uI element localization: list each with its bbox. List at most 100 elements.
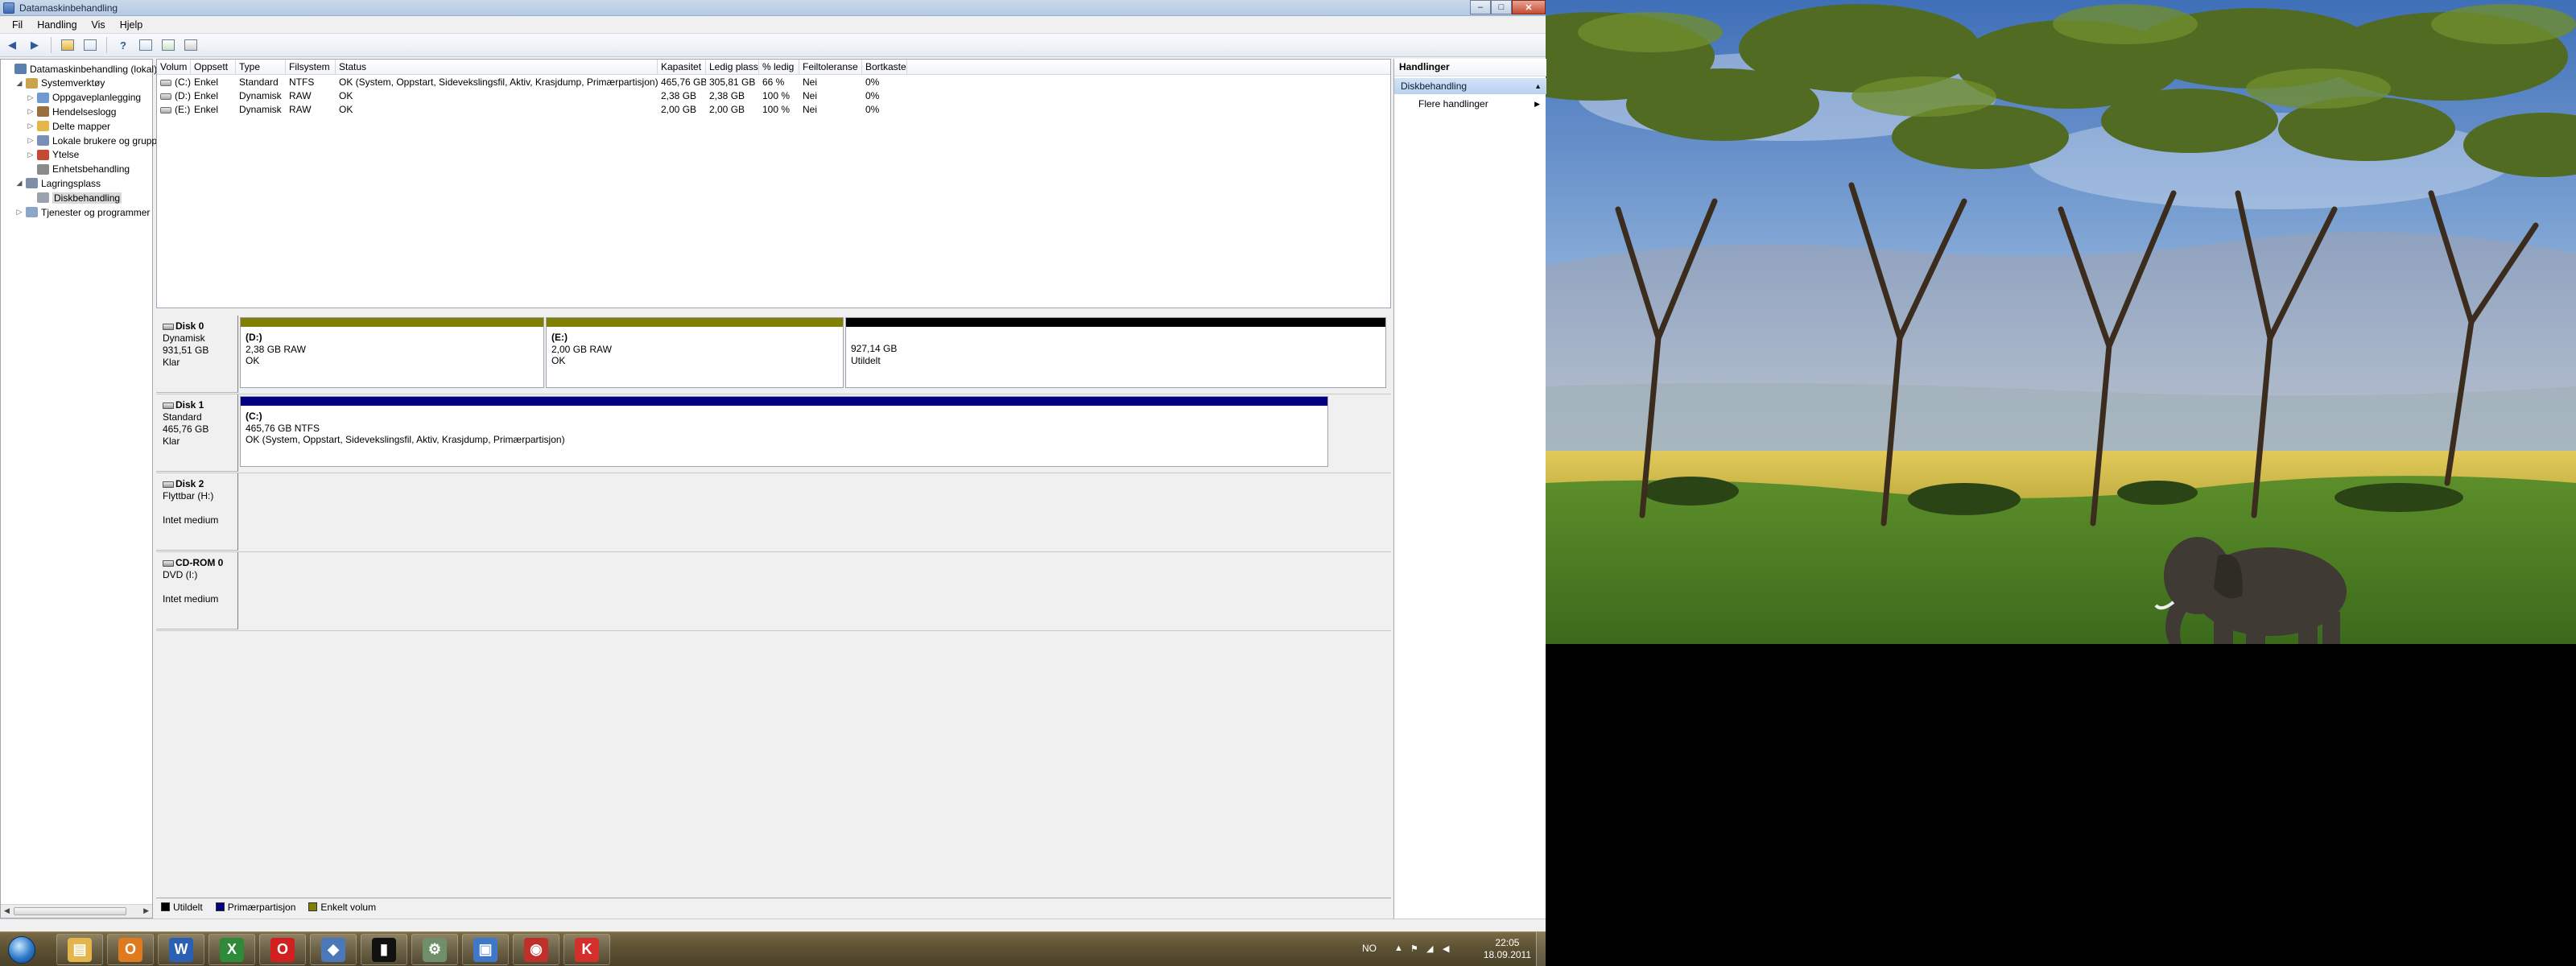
volume-icon[interactable]: ◀ xyxy=(1443,943,1451,954)
network-icon[interactable]: ◢ xyxy=(1426,943,1435,954)
column-header[interactable]: Bortkastet xyxy=(862,60,907,75)
storage-icon xyxy=(26,178,38,189)
partition-block[interactable]: (E:) 2,00 GB RAW OK xyxy=(546,317,844,388)
export-list-icon[interactable] xyxy=(182,36,200,54)
expand-toggle-icon[interactable]: ▷ xyxy=(27,122,35,130)
tree-item[interactable]: Diskbehandling xyxy=(27,191,122,204)
partition-text: (C:) 465,76 GB NTFS OK (System, Oppstart, … xyxy=(241,406,1327,446)
taskbar-app-button[interactable]: ▮ xyxy=(361,934,407,965)
expand-toggle-icon[interactable]: ▷ xyxy=(27,93,35,102)
tree-item[interactable]: ◢ Systemverktøy xyxy=(15,76,105,90)
help-icon[interactable]: ? xyxy=(114,36,132,54)
table-row[interactable]: (D:) Enkel Dynamisk RAW OK 2,38 GB 2,38 GB 100 … xyxy=(157,89,1390,103)
back-icon[interactable]: ◀ xyxy=(3,36,21,54)
column-header[interactable]: Oppsett xyxy=(191,60,236,75)
table-cell: 100 % xyxy=(762,90,791,101)
column-header[interactable]: Volum xyxy=(157,60,191,75)
show-hidden-icons-icon[interactable]: ▲ xyxy=(1394,943,1403,953)
taskbar-app-button[interactable]: ⚙ xyxy=(411,934,458,965)
table-cell: Nei xyxy=(803,90,818,101)
taskbar-app-button[interactable]: K xyxy=(564,934,610,965)
column-header[interactable]: % ledig xyxy=(759,60,799,75)
clock[interactable]: 22:05 18.09.2011 xyxy=(1484,937,1531,961)
maximize-button[interactable]: □ xyxy=(1491,0,1512,14)
tree-item[interactable]: ▷ Lokale brukere og grupp xyxy=(27,134,158,147)
tree-item[interactable]: Datamaskinbehandling (lokal) xyxy=(4,62,157,76)
column-header[interactable]: Kapasitet xyxy=(658,60,706,75)
disk-label[interactable]: Disk 2 Flyttbar (H:) Intet medium xyxy=(156,473,238,551)
tree-item[interactable]: ▷ Tjenester og programmer xyxy=(15,205,151,219)
taskbar-app-button[interactable]: O xyxy=(107,934,154,965)
volume-name: (D:) xyxy=(175,90,191,101)
forward-icon[interactable]: ▶ xyxy=(26,36,43,54)
tree-horizontal-scrollbar[interactable]: ◀ ▶ xyxy=(1,904,152,918)
minimize-button[interactable]: – xyxy=(1470,0,1491,14)
column-header[interactable]: Filsystem xyxy=(286,60,336,75)
menu-help[interactable]: Hjelp xyxy=(113,19,151,31)
tree-item[interactable]: ▷ Ytelse xyxy=(27,148,80,162)
show-hide-tree-icon[interactable] xyxy=(81,36,99,54)
scroll-left-icon[interactable]: ◀ xyxy=(4,906,10,915)
legend-swatch xyxy=(215,902,225,911)
disk-name-text: Disk 1 xyxy=(175,399,204,411)
column-header-filler xyxy=(907,60,1390,75)
table-cell: OK xyxy=(339,90,353,101)
start-button[interactable] xyxy=(2,934,42,966)
disk-label[interactable]: Disk 0 Dynamisk 931,51 GB Klar xyxy=(156,316,238,393)
menu-file[interactable]: Fil xyxy=(5,19,30,31)
windows-orb-icon xyxy=(8,936,35,964)
expand-toggle-icon[interactable]: ▷ xyxy=(27,151,35,159)
refresh-icon[interactable] xyxy=(159,36,177,54)
taskbar-app-button[interactable]: ◆ xyxy=(310,934,357,965)
partition-status: OK xyxy=(551,355,566,366)
table-row[interactable]: (E:) Enkel Dynamisk RAW OK 2,00 GB 2,00 GB 100 … xyxy=(157,103,1390,117)
taskbar-app-button[interactable]: X xyxy=(208,934,255,965)
taskbar-app-button[interactable]: ◉ xyxy=(513,934,559,965)
partition-block[interactable]: (D:) 2,38 GB RAW OK xyxy=(240,317,544,388)
disk-label[interactable]: Disk 1 Standard 465,76 GB Klar xyxy=(156,394,238,472)
actions-section-disk-management[interactable]: Diskbehandling ▲ xyxy=(1394,78,1546,94)
column-header[interactable]: Feiltoleranse xyxy=(799,60,862,75)
expand-toggle-icon[interactable]: ▷ xyxy=(27,107,35,116)
expand-toggle-icon[interactable]: ◢ xyxy=(15,79,23,88)
partition-block[interactable]: 927,14 GB Utildelt xyxy=(845,317,1386,388)
column-header[interactable]: Ledig plass xyxy=(706,60,759,75)
partition-block[interactable]: (C:) 465,76 GB NTFS OK (System, Oppstart, … xyxy=(240,396,1328,467)
close-button[interactable]: ✕ xyxy=(1512,0,1546,14)
tree-item[interactable]: ▷ Delte mapper xyxy=(27,119,111,133)
show-desktop-button[interactable] xyxy=(1536,932,1546,966)
tree-item[interactable]: ◢ Lagringsplass xyxy=(15,176,101,190)
tree-item[interactable]: ▷ Oppgaveplanlegging xyxy=(27,91,142,105)
scroll-thumb[interactable] xyxy=(14,907,126,915)
taskbar-app-button[interactable]: O xyxy=(259,934,306,965)
taskbar-app-button[interactable]: ▣ xyxy=(462,934,509,965)
column-header[interactable]: Type xyxy=(236,60,286,75)
action-center-flag-icon[interactable]: ⚑ xyxy=(1410,943,1419,954)
taskbar-app-button[interactable]: W xyxy=(158,934,204,965)
collapse-arrow-icon[interactable]: ▲ xyxy=(1534,78,1542,94)
desktop-wallpaper xyxy=(1546,0,2576,644)
word-icon: W xyxy=(169,937,193,962)
expand-toggle-icon[interactable]: ▷ xyxy=(15,208,23,217)
legend-item: Enkelt volum xyxy=(308,902,376,913)
menu-view[interactable]: Vis xyxy=(85,19,113,31)
taskbar-app-button[interactable]: ▤ xyxy=(56,934,103,965)
language-indicator[interactable]: NO xyxy=(1362,943,1377,954)
menu-action[interactable]: Handling xyxy=(30,19,84,31)
partition-status: Utildelt xyxy=(851,354,881,366)
disk-label[interactable]: CD-ROM 0 DVD (I:) Intet medium xyxy=(156,552,238,630)
expand-toggle-icon[interactable]: ◢ xyxy=(15,179,23,188)
tree-item[interactable]: ▷ Hendelseslogg xyxy=(27,105,117,118)
partition-name: (D:) xyxy=(246,332,262,343)
tree-item[interactable]: Enhetsbehandling xyxy=(27,163,130,176)
computer-management-icon xyxy=(3,2,14,14)
properties-icon[interactable] xyxy=(137,36,155,54)
title-bar[interactable]: Datamaskinbehandling – □ ✕ xyxy=(0,0,1546,16)
table-row[interactable]: (C:) Enkel Standard NTFS OK (System, Oppstar… xyxy=(157,76,1390,89)
more-actions-item[interactable]: Flere handlinger ▶ xyxy=(1394,96,1546,112)
legend-item: Utildelt xyxy=(161,902,203,913)
column-header[interactable]: Status xyxy=(336,60,658,75)
up-folder-icon[interactable] xyxy=(59,36,76,54)
scroll-right-icon[interactable]: ▶ xyxy=(143,906,149,915)
expand-toggle-icon[interactable]: ▷ xyxy=(27,136,35,145)
